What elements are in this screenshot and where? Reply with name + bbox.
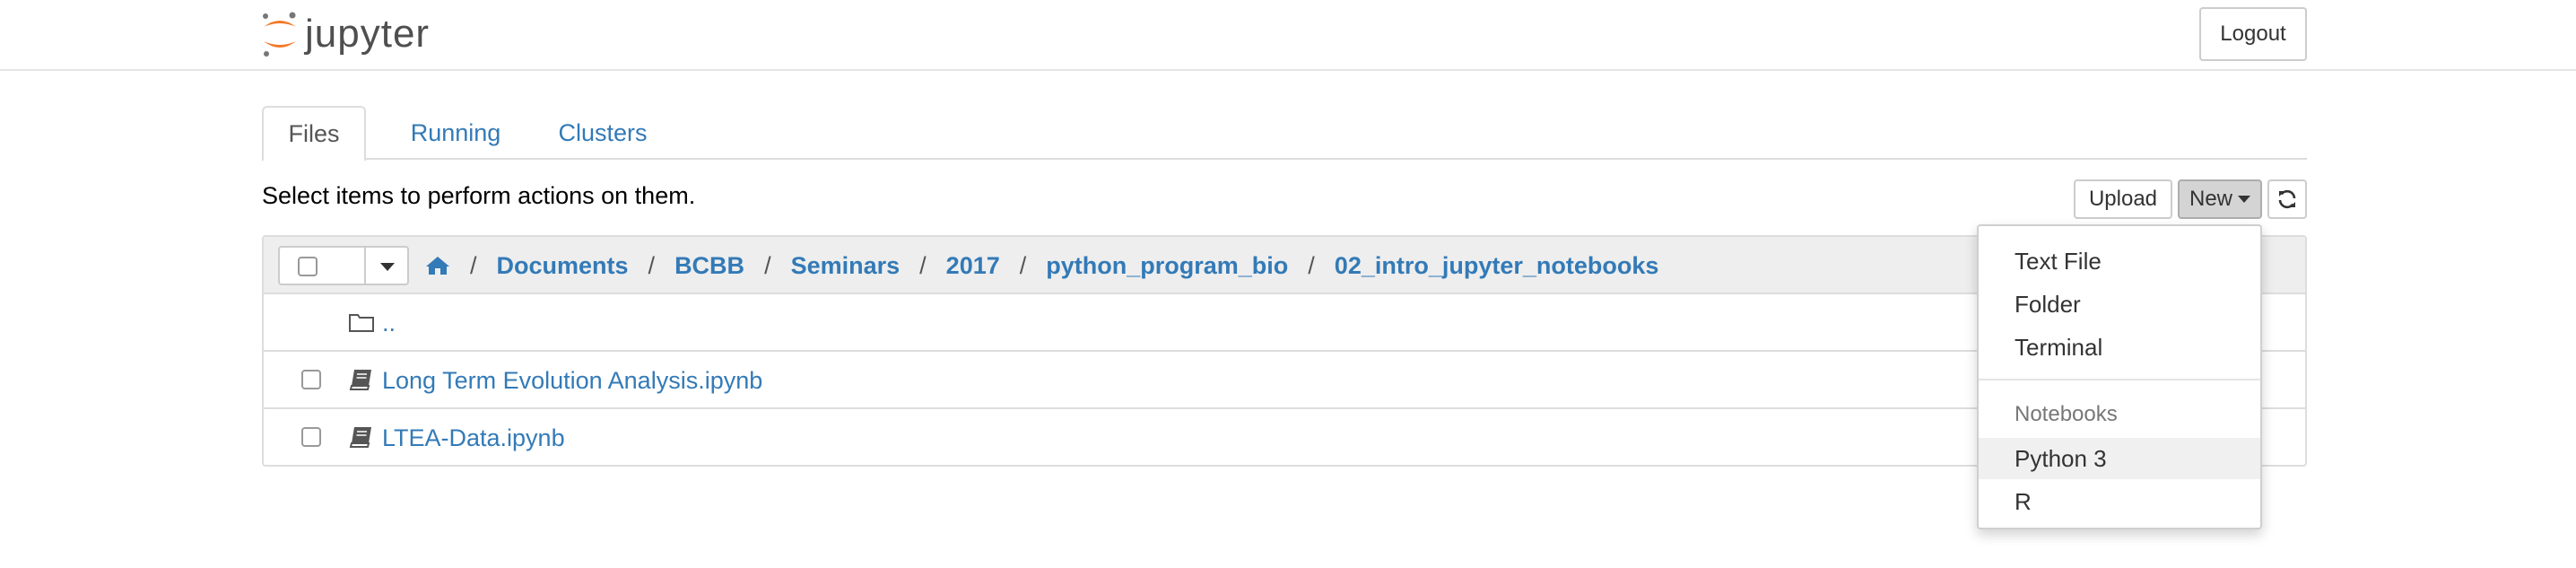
breadcrumb-separator: /: [470, 251, 477, 279]
breadcrumb: / Documents / BCBB / Seminars / 2017 / p…: [425, 237, 1658, 294]
menu-item-r[interactable]: R: [1979, 481, 2260, 522]
breadcrumb-bcbb[interactable]: BCBB: [674, 252, 744, 280]
select-all-checkbox[interactable]: [298, 257, 318, 276]
breadcrumb-2017[interactable]: 2017: [946, 252, 1000, 280]
breadcrumb-separator: /: [648, 251, 656, 279]
divider: [364, 248, 366, 284]
new-dropdown-menu: Text File Folder Terminal Notebooks Pyth…: [1977, 224, 2262, 529]
caret-down-icon: [2238, 196, 2250, 203]
menu-item-terminal[interactable]: Terminal: [1979, 327, 2260, 368]
row-checkbox[interactable]: [301, 427, 321, 447]
tab-clusters[interactable]: Clusters: [531, 106, 674, 160]
header: jupyter Logout: [0, 0, 2576, 71]
selection-notice: Select items to perform actions on them.: [262, 182, 696, 209]
breadcrumb-current-folder[interactable]: 02_intro_jupyter_notebooks: [1335, 252, 1659, 280]
logout-button[interactable]: Logout: [2199, 7, 2307, 61]
upload-button[interactable]: Upload: [2074, 179, 2172, 219]
logo-text: jupyter: [305, 12, 431, 56]
jupyter-logo[interactable]: jupyter: [260, 7, 430, 61]
menu-section-header: Notebooks: [2015, 402, 2118, 426]
breadcrumb-separator: /: [919, 251, 927, 279]
menu-item-python-3[interactable]: Python 3: [1979, 438, 2260, 479]
breadcrumb-separator: /: [1019, 251, 1027, 279]
file-name[interactable]: ..: [382, 294, 396, 352]
tab-bar: Files Running Clusters: [262, 106, 2307, 162]
new-button-label: New: [2189, 187, 2232, 211]
file-name[interactable]: Long Term Evolution Analysis.ipynb: [382, 352, 762, 409]
menu-divider: [1979, 379, 2260, 380]
file-name[interactable]: LTEA-Data.ipynb: [382, 409, 565, 465]
tab-files[interactable]: Files: [262, 106, 366, 162]
breadcrumb-seminars[interactable]: Seminars: [791, 252, 901, 280]
breadcrumb-separator: /: [764, 251, 771, 279]
select-all-dropdown[interactable]: [278, 246, 409, 285]
notebook-icon: [349, 427, 371, 448]
breadcrumb-separator: /: [1308, 251, 1315, 279]
row-checkbox[interactable]: [301, 370, 321, 389]
caret-down-icon[interactable]: [380, 263, 395, 271]
home-icon[interactable]: [425, 255, 450, 276]
breadcrumb-documents[interactable]: Documents: [497, 252, 629, 280]
new-button[interactable]: New: [2178, 179, 2262, 219]
refresh-icon: [2278, 189, 2296, 209]
notebook-icon: [349, 370, 371, 390]
tab-running[interactable]: Running: [393, 106, 518, 160]
jupyter-logo-icon: [263, 12, 296, 57]
menu-item-folder[interactable]: Folder: [1979, 284, 2260, 325]
menu-item-text-file[interactable]: Text File: [1979, 240, 2260, 282]
folder-icon: [349, 314, 374, 332]
refresh-button[interactable]: [2267, 179, 2307, 219]
breadcrumb-python-program-bio[interactable]: python_program_bio: [1046, 252, 1288, 280]
